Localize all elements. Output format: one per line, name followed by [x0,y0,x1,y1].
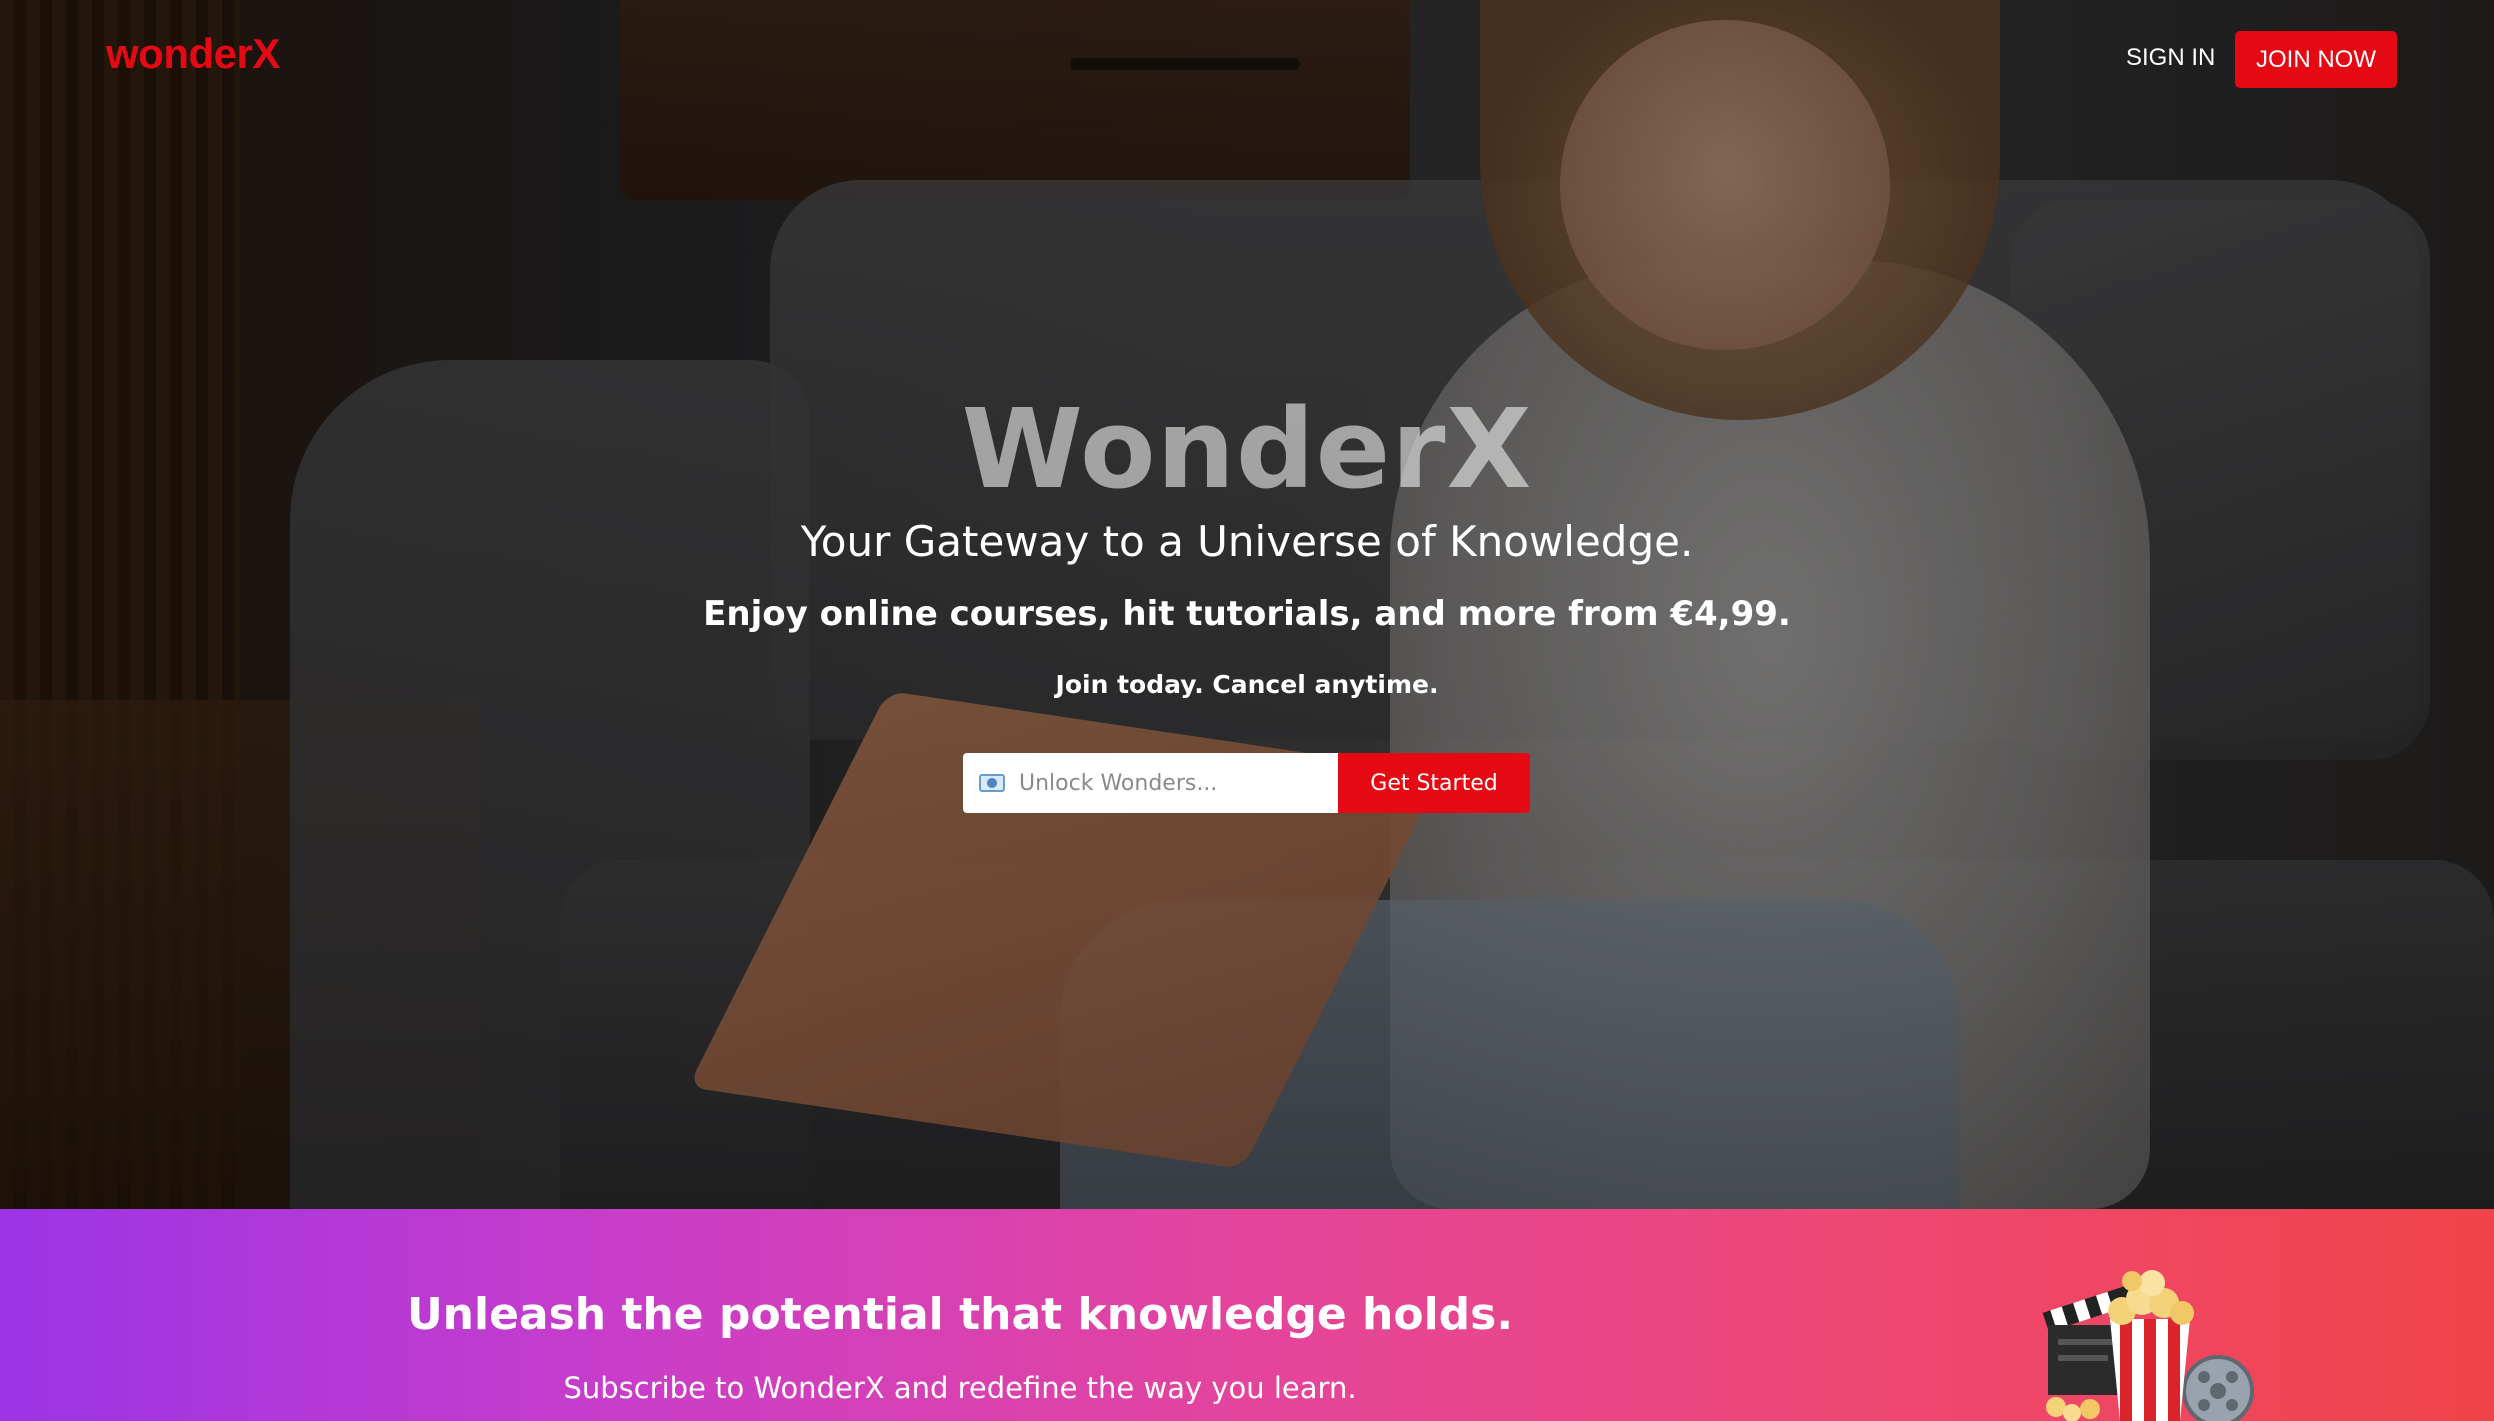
signup-form: Get Started [963,753,1530,813]
logo[interactable]: wonderX [106,30,280,78]
join-now-button[interactable]: JOIN NOW [2235,31,2397,88]
hero-note: Join today. Cancel anytime. [1055,670,1439,699]
hero-subtitle: Your Gateway to a Universe of Knowledge. [800,517,1694,566]
get-started-button[interactable]: Get Started [1338,753,1530,813]
promo-heading: Unleash the potential that knowledge hol… [406,1289,1514,1340]
sign-in-button[interactable]: SIGN IN [2126,44,2215,72]
hero-section: wonderX SIGN IN JOIN NOW WonderX Your Ga… [0,0,2494,1209]
popcorn-clapperboard-icon [2042,1270,2254,1421]
hero-title: WonderX [961,385,1533,513]
signup-input[interactable] [1005,753,1338,813]
promo-banner: Unleash the potential that knowledge hol… [0,1209,2494,1421]
mail-icon [979,774,1005,792]
promo-subheading: Subscribe to WonderX and redefine the wa… [563,1371,1357,1405]
hero-offer-text: Enjoy online courses, hit tutorials, and… [703,594,1791,634]
signup-field[interactable] [963,753,1338,813]
landing-page: wonderX SIGN IN JOIN NOW WonderX Your Ga… [0,0,2494,1421]
